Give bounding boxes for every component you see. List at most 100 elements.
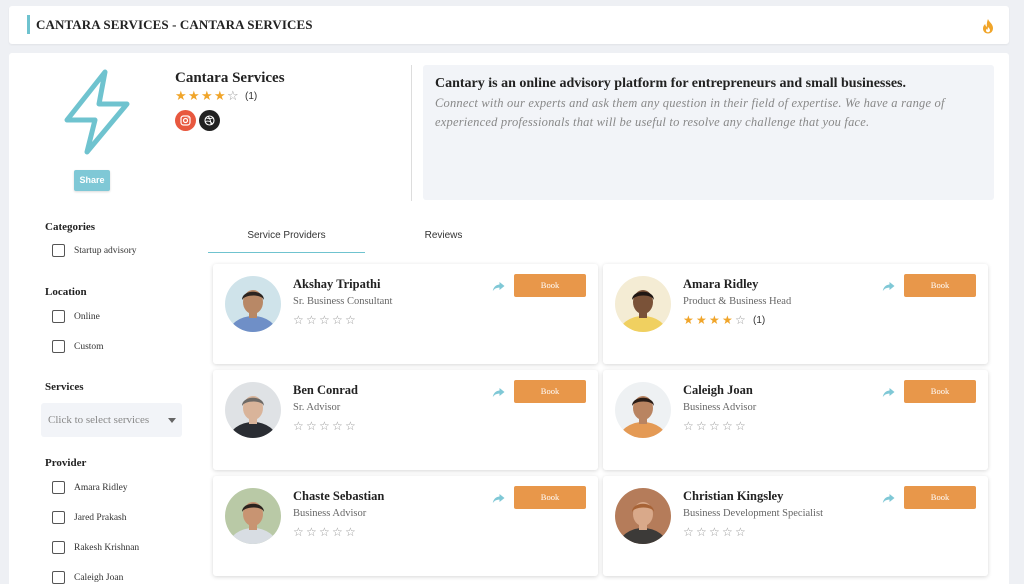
lightning-bolt-icon xyxy=(64,69,130,155)
checkbox[interactable] xyxy=(52,571,65,584)
book-button[interactable]: Book xyxy=(514,274,586,297)
checkbox[interactable] xyxy=(52,541,65,554)
provider-role: Business Development Specialist xyxy=(683,508,823,519)
title-accent xyxy=(27,15,30,34)
book-button[interactable]: Book xyxy=(514,486,586,509)
checkbox[interactable] xyxy=(52,481,65,494)
star-filled-icon: ★ xyxy=(214,89,226,104)
star-filled-icon: ★ xyxy=(188,89,200,104)
tab-service-providers[interactable]: Service Providers xyxy=(208,223,365,253)
share-arrow-icon[interactable] xyxy=(492,493,505,504)
instagram-icon[interactable] xyxy=(175,110,196,131)
star-empty-icon: ☆ xyxy=(696,419,707,433)
about-title: Cantary is an online advisory platform f… xyxy=(435,76,906,91)
provider-card[interactable]: Amara Ridley Product & Business Head ★ ★ ★… xyxy=(603,264,988,364)
provider-heading: Provider xyxy=(45,457,87,469)
star-empty-icon: ☆ xyxy=(722,525,733,539)
avatar xyxy=(225,382,281,438)
flame-icon[interactable] xyxy=(981,18,995,34)
checkbox[interactable] xyxy=(52,340,65,353)
provider-name: Caleigh Joan xyxy=(683,383,753,397)
checkbox-label: Amara Ridley xyxy=(74,482,128,493)
book-button[interactable]: Book xyxy=(904,274,976,297)
provider-role: Sr. Business Consultant xyxy=(293,296,393,307)
provider-rating: ☆ ☆ ☆ ☆ ☆ xyxy=(683,526,748,539)
page-title: CANTARA SERVICES - CANTARA SERVICES xyxy=(36,17,313,32)
filter-provider-caleigh-joan[interactable]: Caleigh Joan xyxy=(52,571,123,584)
star-empty-icon: ☆ xyxy=(306,419,317,433)
main-panel: Share Cantara Services ★ ★ ★ ★ ☆ (1) Cantary … xyxy=(9,53,1009,584)
star-empty-icon: ☆ xyxy=(306,525,317,539)
book-button[interactable]: Book xyxy=(514,380,586,403)
star-filled-icon: ★ xyxy=(709,313,720,327)
checkbox-label: Rakesh Krishnan xyxy=(74,542,140,553)
star-empty-icon: ☆ xyxy=(332,313,343,327)
provider-rating: ★ ★ ★ ★ ☆ (1) xyxy=(683,314,765,327)
share-arrow-icon[interactable] xyxy=(882,281,895,292)
checkbox-label: Online xyxy=(74,311,100,322)
tab-reviews[interactable]: Reviews xyxy=(365,223,522,253)
business-rating: ★ ★ ★ ★ ☆ (1) xyxy=(175,90,257,103)
provider-card[interactable]: Christian Kingsley Business Development … xyxy=(603,476,988,576)
provider-rating: ☆ ☆ ☆ ☆ ☆ xyxy=(683,420,748,433)
avatar xyxy=(225,488,281,544)
star-filled-icon: ★ xyxy=(201,89,213,104)
filter-location-custom[interactable]: Custom xyxy=(52,340,104,353)
star-empty-icon: ☆ xyxy=(735,525,746,539)
provider-rating: ☆ ☆ ☆ ☆ ☆ xyxy=(293,420,358,433)
filter-provider-jared-prakash[interactable]: Jared Prakash xyxy=(52,511,127,524)
star-empty-icon: ☆ xyxy=(332,419,343,433)
business-name: Cantara Services xyxy=(175,70,285,86)
avatar xyxy=(225,276,281,332)
provider-name: Amara Ridley xyxy=(683,277,759,291)
star-filled-icon: ★ xyxy=(175,89,187,104)
provider-card[interactable]: Akshay Tripathi Sr. Business Consultant … xyxy=(213,264,598,364)
star-filled-icon: ★ xyxy=(696,313,707,327)
share-button[interactable]: Share xyxy=(74,170,110,191)
share-arrow-icon[interactable] xyxy=(882,493,895,504)
star-empty-icon: ☆ xyxy=(319,313,330,327)
checkbox-label: Custom xyxy=(74,341,104,352)
star-empty-icon: ☆ xyxy=(306,313,317,327)
star-empty-icon: ☆ xyxy=(319,419,330,433)
share-arrow-icon[interactable] xyxy=(492,281,505,292)
location-heading: Location xyxy=(45,286,87,298)
provider-card[interactable]: Caleigh Joan Business Advisor ☆ ☆ ☆ ☆ ☆ Book xyxy=(603,370,988,470)
provider-rating: ☆ ☆ ☆ ☆ ☆ xyxy=(293,526,358,539)
filter-location-online[interactable]: Online xyxy=(52,310,100,323)
filter-provider-rakesh-krishnan[interactable]: Rakesh Krishnan xyxy=(52,541,139,554)
checkbox-label: Startup advisory xyxy=(74,245,137,256)
dribbble-icon[interactable] xyxy=(199,110,220,131)
checkbox[interactable] xyxy=(52,511,65,524)
provider-role: Sr. Advisor xyxy=(293,402,341,413)
star-filled-icon: ★ xyxy=(683,313,694,327)
filter-category-startup-advisory[interactable]: Startup advisory xyxy=(52,244,137,257)
share-arrow-icon[interactable] xyxy=(882,387,895,398)
filter-provider-amara-ridley[interactable]: Amara Ridley xyxy=(52,481,128,494)
provider-role: Product & Business Head xyxy=(683,296,792,307)
star-filled-icon: ★ xyxy=(722,313,733,327)
chevron-down-icon xyxy=(168,418,176,423)
book-button[interactable]: Book xyxy=(904,380,976,403)
services-select[interactable]: Click to select services xyxy=(41,403,182,437)
book-button[interactable]: Book xyxy=(904,486,976,509)
checkbox[interactable] xyxy=(52,310,65,323)
categories-heading: Categories xyxy=(45,221,96,233)
star-empty-icon: ☆ xyxy=(293,419,304,433)
services-heading: Services xyxy=(45,381,84,393)
provider-card[interactable]: Ben Conrad Sr. Advisor ☆ ☆ ☆ ☆ ☆ Book xyxy=(213,370,598,470)
share-arrow-icon[interactable] xyxy=(492,387,505,398)
star-empty-icon: ☆ xyxy=(683,419,694,433)
checkbox-label: Caleigh Joan xyxy=(74,572,124,583)
provider-rating: ☆ ☆ ☆ ☆ ☆ xyxy=(293,314,358,327)
provider-name: Chaste Sebastian xyxy=(293,489,385,503)
star-empty-icon: ☆ xyxy=(696,525,707,539)
rating-count: (1) xyxy=(753,315,766,326)
social-links xyxy=(175,110,220,131)
provider-card[interactable]: Chaste Sebastian Business Advisor ☆ ☆ ☆ ☆ ☆ … xyxy=(213,476,598,576)
star-empty-icon: ☆ xyxy=(735,419,746,433)
checkbox[interactable] xyxy=(52,244,65,257)
star-empty-icon: ☆ xyxy=(293,313,304,327)
star-empty-icon: ☆ xyxy=(683,525,694,539)
star-empty-icon: ☆ xyxy=(709,419,720,433)
